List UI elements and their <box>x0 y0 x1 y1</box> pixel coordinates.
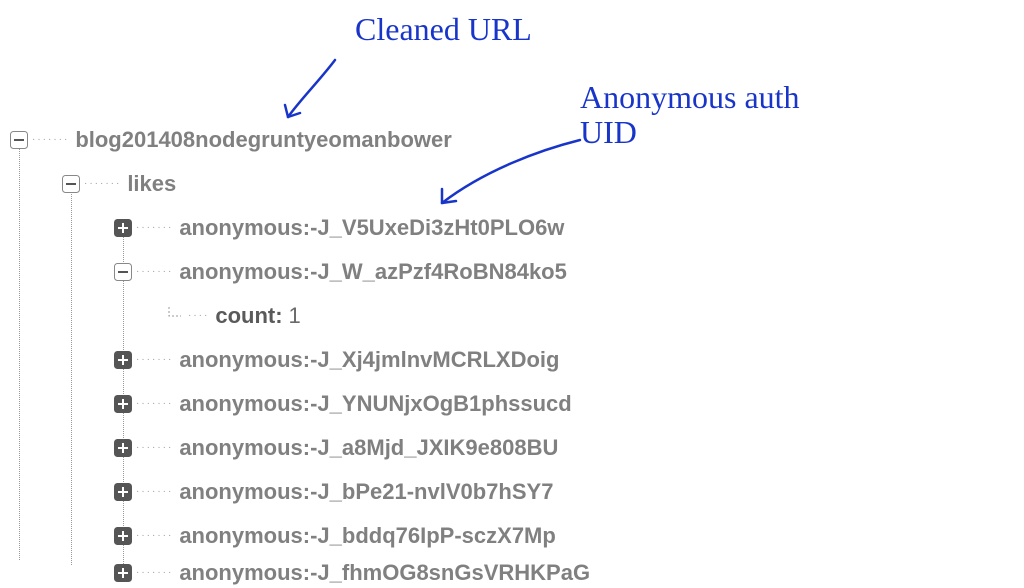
tree-node-root[interactable]: ······· blog201408nodegruntyeomanbower <box>10 118 590 162</box>
tree-connector: ······· <box>132 355 179 365</box>
tree-node-label: anonymous:-J_YNUNjxOgB1phssucd <box>179 391 571 417</box>
tree-node-likes[interactable]: ······· likes <box>10 162 590 206</box>
tree-node-uid[interactable]: ······· anonymous:-J_Xj4jmlnvMCRLXDoig <box>10 338 590 382</box>
tree-node-label: anonymous:-J_Xj4jmlnvMCRLXDoig <box>179 347 559 373</box>
expand-icon[interactable] <box>114 483 132 501</box>
tree-node-uid[interactable]: ······· anonymous:-J_YNUNjxOgB1phssucd <box>10 382 590 426</box>
tree-leaf-key: count: <box>215 303 282 329</box>
tree-node-label: anonymous:-J_bddq76IpP-sczX7Mp <box>179 523 556 549</box>
tree-connector: ······· <box>132 443 179 453</box>
collapse-icon[interactable] <box>114 263 132 281</box>
tree-node-uid[interactable]: ······· anonymous:-J_a8Mjd_JXIK9e808BU <box>10 426 590 470</box>
tree-view: ······· blog201408nodegruntyeomanbower ·… <box>10 118 590 588</box>
tree-connector: ······· <box>132 531 179 541</box>
tree-node-label: anonymous:-J_bPe21-nvlV0b7hSY7 <box>179 479 553 505</box>
tree-node-label: anonymous:-J_a8Mjd_JXIK9e808BU <box>179 435 558 461</box>
expand-icon[interactable] <box>114 351 132 369</box>
expand-icon[interactable] <box>114 564 132 582</box>
tree-connector: ······· <box>132 267 179 277</box>
tree-node-label: anonymous:-J_W_azPzf4RoBN84ko5 <box>179 259 567 285</box>
expand-icon[interactable] <box>114 439 132 457</box>
tree-connector: ······· <box>132 568 179 578</box>
tree-node-uid[interactable]: ······· anonymous:-J_bPe21-nvlV0b7hSY7 <box>10 470 590 514</box>
tree-node-uid[interactable]: ······· anonymous:-J_bddq76IpP-sczX7Mp <box>10 514 590 558</box>
tree-leaf-count: ···· count: 1 <box>10 294 590 338</box>
tree-connector: ···· <box>184 311 215 321</box>
tree-connector: ······· <box>132 487 179 497</box>
annotation-line1: Anonymous auth <box>580 79 800 115</box>
tree-node-label: anonymous:-J_V5UxeDi3zHt0PLO6w <box>179 215 564 241</box>
tree-connector: ······· <box>132 223 179 233</box>
tree-node-uid[interactable]: ······· anonymous:-J_W_azPzf4RoBN84ko5 <box>10 250 590 294</box>
annotation-anon-uid: Anonymous auth UID <box>580 80 800 150</box>
collapse-icon[interactable] <box>62 175 80 193</box>
tree-node-label: likes <box>127 171 176 197</box>
tree-leaf-value: 1 <box>289 303 301 329</box>
tree-node-uid[interactable]: ······· anonymous:-J_V5UxeDi3zHt0PLO6w <box>10 206 590 250</box>
expand-icon[interactable] <box>114 395 132 413</box>
tree-connector: ······· <box>132 399 179 409</box>
collapse-icon[interactable] <box>10 131 28 149</box>
annotation-cleaned-url: Cleaned URL <box>355 12 532 47</box>
expand-icon[interactable] <box>114 527 132 545</box>
tree-node-uid[interactable]: ······· anonymous:-J_fhmOG8snGsVRHKPaG <box>10 558 590 588</box>
tree-connector: ······· <box>80 179 127 189</box>
tree-connector: ······· <box>28 135 75 145</box>
leaf-corner-icon <box>166 307 184 325</box>
tree-node-label: blog201408nodegruntyeomanbower <box>75 127 452 153</box>
tree-node-label: anonymous:-J_fhmOG8snGsVRHKPaG <box>179 560 590 586</box>
expand-icon[interactable] <box>114 219 132 237</box>
